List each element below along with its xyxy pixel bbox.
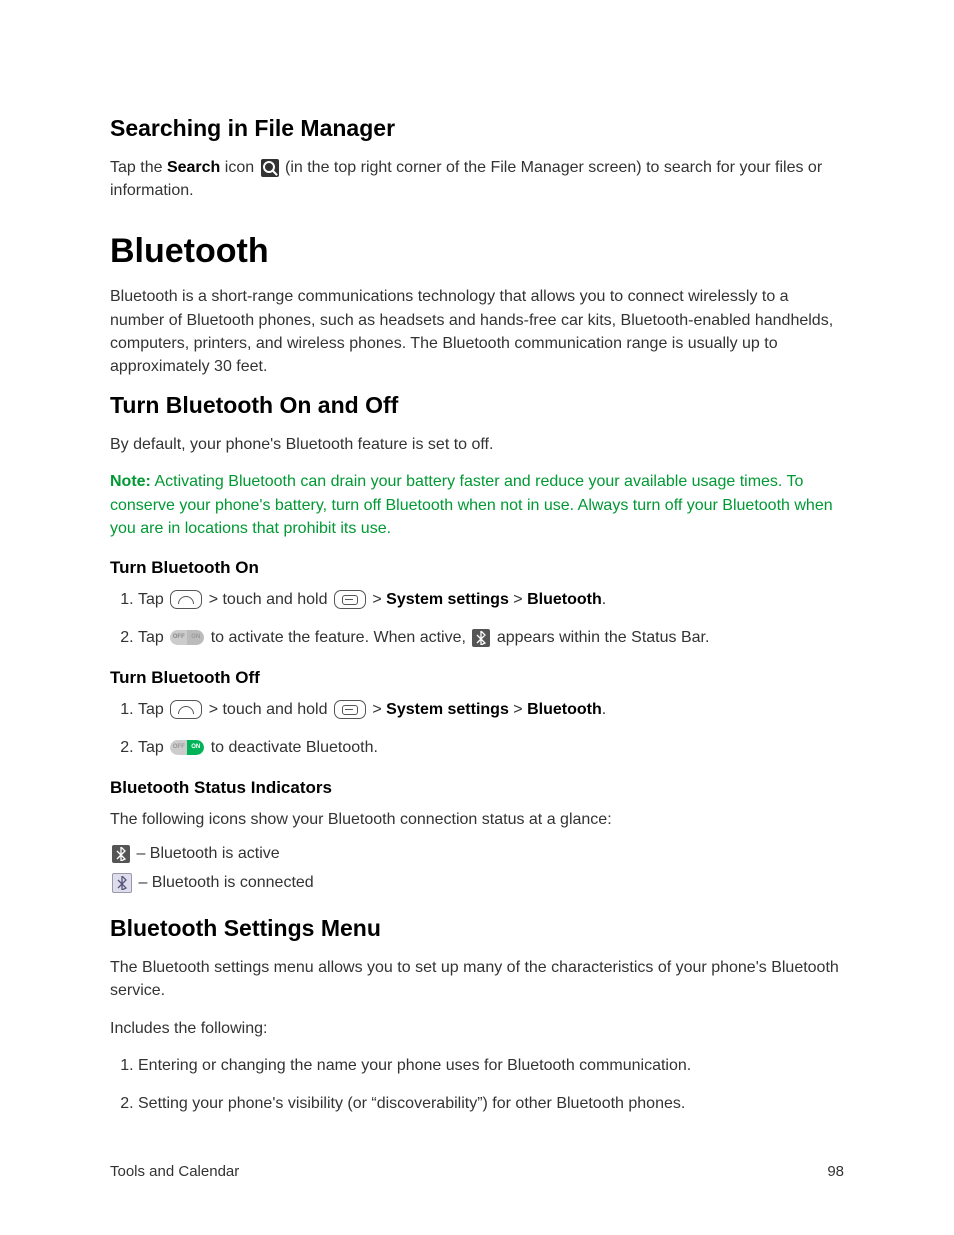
note-bluetooth-battery: Note: Activating Bluetooth can drain you… — [110, 470, 844, 540]
heading-bluetooth-status-indicators: Bluetooth Status Indicators — [110, 778, 844, 798]
status-connected-line: – Bluetooth is connected — [110, 873, 844, 893]
heading-turn-bluetooth-off: Turn Bluetooth Off — [110, 668, 844, 688]
toggle-on-icon: OFFON — [170, 740, 204, 755]
label-search: Search — [167, 159, 220, 176]
paragraph-settings-intro: The Bluetooth settings menu allows you t… — [110, 956, 844, 1002]
toggle-off-icon: OFFON — [170, 630, 204, 645]
search-icon — [261, 159, 279, 177]
steps-turn-off: Tap > touch and hold > System settings >… — [110, 698, 844, 760]
heading-turn-bluetooth-on-off: Turn Bluetooth On and Off — [110, 392, 844, 419]
document-page: Searching in File Manager Tap the Search… — [0, 0, 954, 1235]
note-label: Note: — [110, 473, 151, 490]
settings-item-1: Entering or changing the name your phone… — [138, 1054, 844, 1078]
paragraph-includes: Includes the following: — [110, 1017, 844, 1040]
heading-bluetooth-settings-menu: Bluetooth Settings Menu — [110, 915, 844, 942]
footer-page-number: 98 — [827, 1163, 844, 1180]
step-off-2: Tap OFFON to deactivate Bluetooth. — [138, 736, 844, 760]
footer-section-name: Tools and Calendar — [110, 1163, 239, 1180]
recent-apps-button-icon — [334, 700, 366, 719]
settings-list: Entering or changing the name your phone… — [110, 1054, 844, 1116]
page-footer: Tools and Calendar 98 — [110, 1163, 844, 1180]
settings-item-2: Setting your phone's visibility (or “dis… — [138, 1092, 844, 1116]
steps-turn-on: Tap > touch and hold > System settings >… — [110, 588, 844, 650]
bluetooth-active-icon — [112, 845, 130, 863]
step-off-1: Tap > touch and hold > System settings >… — [138, 698, 844, 722]
heading-bluetooth: Bluetooth — [110, 232, 844, 271]
status-active-line: – Bluetooth is active — [110, 845, 844, 863]
paragraph-bluetooth-intro: Bluetooth is a short-range communication… — [110, 285, 844, 378]
recent-apps-button-icon — [334, 590, 366, 609]
step-on-2: Tap OFFON to activate the feature. When … — [138, 626, 844, 650]
bluetooth-statusbar-icon — [472, 629, 490, 647]
home-button-icon — [170, 700, 202, 719]
bluetooth-connected-icon — [112, 873, 132, 893]
heading-turn-bluetooth-on: Turn Bluetooth On — [110, 558, 844, 578]
step-on-1: Tap > touch and hold > System settings >… — [138, 588, 844, 612]
paragraph-status-intro: The following icons show your Bluetooth … — [110, 808, 844, 831]
paragraph-default-off: By default, your phone's Bluetooth featu… — [110, 433, 844, 456]
heading-searching-file-manager: Searching in File Manager — [110, 115, 844, 142]
paragraph-search-instruction: Tap the Search icon (in the top right co… — [110, 156, 844, 202]
home-button-icon — [170, 590, 202, 609]
